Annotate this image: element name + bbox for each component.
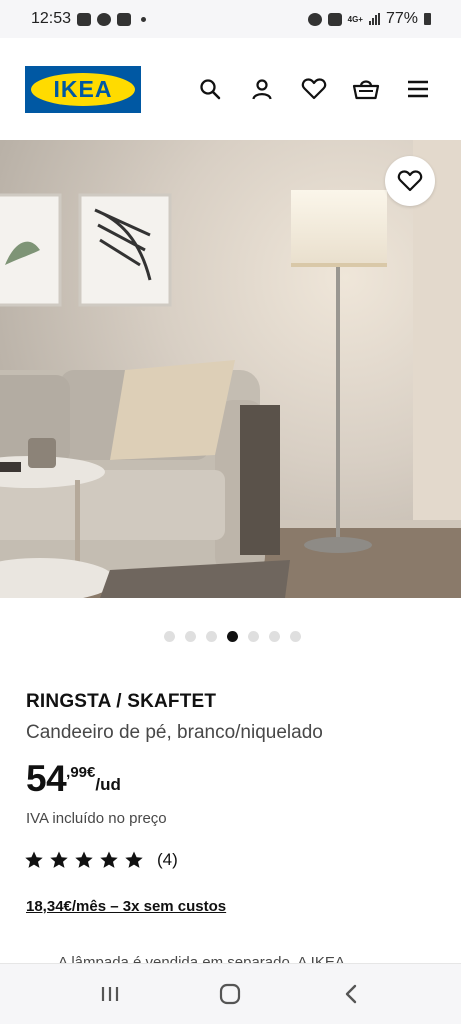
home-icon (220, 983, 241, 1005)
network-type: 4G+ (347, 14, 363, 24)
recent-apps-icon (102, 987, 119, 1001)
game-notification-icon (117, 12, 132, 26)
price-unit: /ud (95, 775, 121, 794)
back-icon (345, 984, 357, 1004)
status-time: 12:53 (31, 10, 72, 27)
wishlist-heart-icon[interactable] (298, 73, 330, 105)
carousel-dot[interactable] (248, 631, 259, 642)
back-button[interactable] (331, 974, 371, 1014)
price-decimal: ,99€ (66, 764, 96, 781)
star-icon (50, 851, 68, 868)
star-icon (25, 851, 43, 868)
carousel-dot[interactable] (269, 631, 280, 642)
heart-icon (397, 170, 423, 192)
battery-percent: 77% (385, 10, 418, 27)
product-image-carousel[interactable] (0, 140, 461, 598)
menu-icon[interactable] (402, 73, 434, 105)
account-icon[interactable] (246, 73, 278, 105)
shopping-basket-icon[interactable] (350, 73, 382, 105)
system-nav-bar (0, 963, 461, 1024)
star-icon (75, 851, 93, 868)
star-icon (100, 851, 118, 868)
product-description: Candeeiro de pé, branco/niquelado (26, 722, 323, 743)
search-icon[interactable] (194, 73, 226, 105)
mute-icon (327, 12, 342, 26)
carousel-dot[interactable] (185, 631, 196, 642)
alarm-icon (307, 12, 322, 26)
carousel-dot[interactable] (206, 631, 217, 642)
rating-count: (4) (157, 850, 178, 869)
status-bar: 12:53 4G+ 77% (0, 0, 461, 38)
star-icon (125, 851, 143, 868)
header-actions (194, 73, 434, 105)
carousel-dot[interactable] (164, 631, 175, 642)
app-notification-icon (97, 12, 112, 26)
signal-icon (368, 13, 380, 25)
installments-link[interactable]: 18,34€/mês – 3x sem custos (26, 898, 226, 915)
logo-text: IKEA (31, 72, 135, 106)
price-integer: 54 (26, 758, 67, 799)
carousel-indicator (0, 631, 461, 642)
status-right: 4G+ 77% (307, 10, 431, 28)
home-button[interactable] (210, 974, 250, 1014)
product-rating[interactable]: (4) (24, 850, 178, 870)
site-header: IKEA (0, 38, 461, 140)
gallery-notification-icon (77, 12, 92, 26)
product-price: 54 ,99€ /ud (26, 760, 121, 798)
product-name: RINGSTA / SKAFTET (26, 691, 217, 712)
product-photo (0, 140, 461, 598)
recent-apps-button[interactable] (90, 974, 130, 1014)
ikea-logo[interactable]: IKEA (25, 65, 141, 113)
carousel-dot-active[interactable] (227, 631, 238, 642)
vat-note: IVA incluído no preço (26, 810, 167, 827)
carousel-dot[interactable] (290, 631, 301, 642)
add-to-favorites-button[interactable] (385, 156, 435, 206)
more-notifications-icon (141, 16, 147, 22)
battery-icon (424, 13, 431, 25)
status-left: 12:53 (31, 10, 147, 28)
